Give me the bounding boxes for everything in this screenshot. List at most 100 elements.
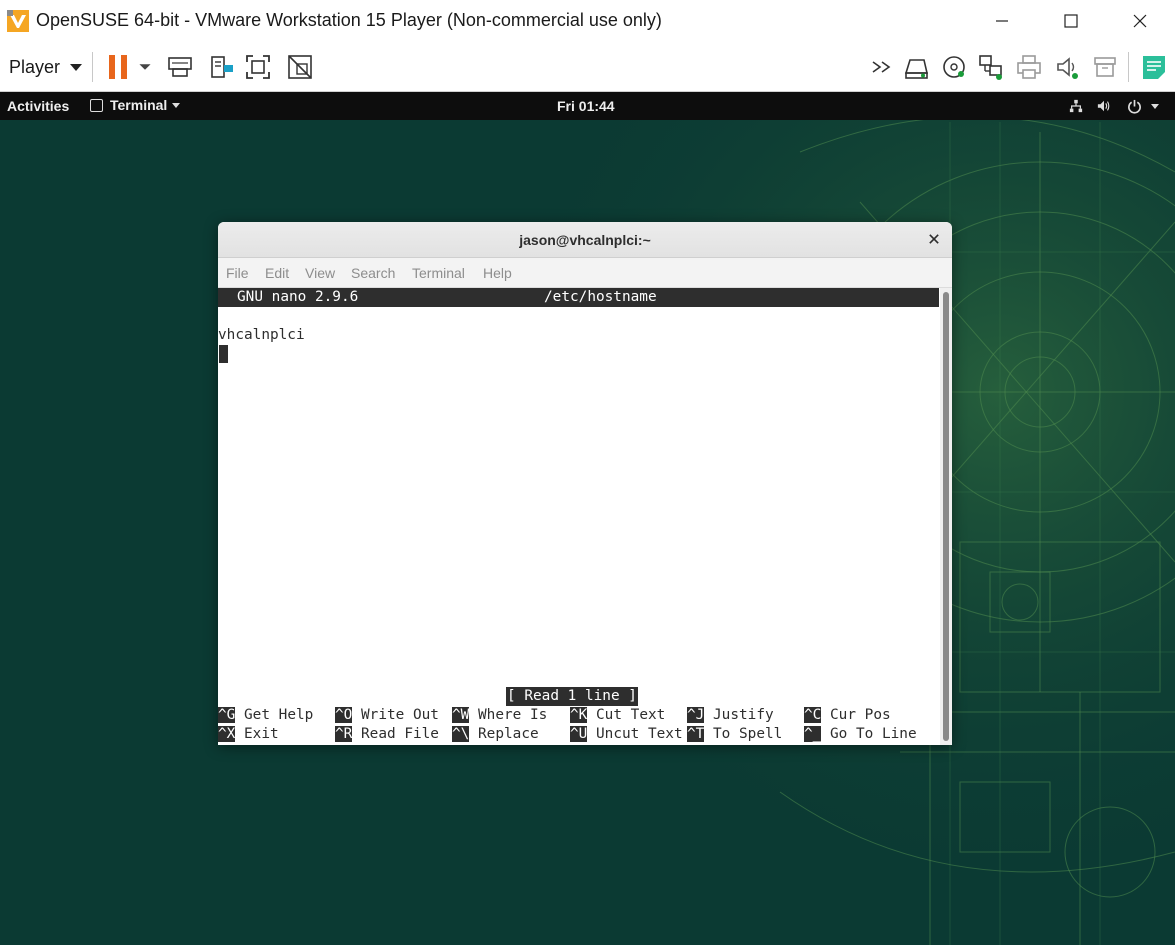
shortcut-cur-pos: ^C Cur Pos	[804, 706, 891, 725]
message-log-button[interactable]	[1139, 52, 1169, 82]
removable-devices-icon	[211, 56, 233, 78]
shortcut-key: ^G	[218, 707, 236, 723]
terminal-content[interactable]: GNU nano 2.9.6 /etc/hostname vhcalnplci …	[218, 288, 940, 745]
network-wired-icon	[1069, 99, 1083, 113]
terminal-app-icon	[90, 98, 103, 112]
unity-button[interactable]	[285, 52, 315, 82]
menu-file[interactable]: File	[226, 265, 249, 281]
hard-disk-button[interactable]	[901, 52, 931, 82]
shortcut-label: Cur Pos	[830, 707, 891, 723]
power-icon	[1128, 99, 1141, 114]
toolbar-divider	[92, 52, 93, 82]
more-devices-icon	[872, 61, 891, 73]
shortcut-replace: ^\ Replace	[452, 725, 539, 744]
player-toolbar: Player	[0, 42, 1175, 92]
player-menu-label: Player	[9, 56, 61, 77]
shortcut-label: Justify	[713, 707, 774, 723]
unity-icon	[288, 55, 312, 79]
shortcut-go-to-line: ^_ Go To Line	[804, 725, 917, 744]
terminal-title: jason@vhcalnplci:~	[519, 232, 651, 248]
shortcut-label: Where Is	[478, 707, 548, 723]
terminal-scrollbar[interactable]	[940, 288, 952, 745]
shortcut-cut-text: ^K Cut Text	[570, 706, 665, 725]
shortcut-label: Go To Line	[830, 726, 917, 742]
power-options-dropdown[interactable]	[132, 52, 158, 82]
shortcut-uncut-text: ^U Uncut Text	[570, 725, 683, 744]
usb-controller-button[interactable]	[1090, 52, 1120, 82]
menu-edit[interactable]: Edit	[265, 265, 289, 281]
full-screen-button[interactable]	[243, 52, 273, 82]
player-menu[interactable]: Player	[0, 50, 83, 84]
nano-version: GNU nano 2.9.6	[237, 289, 359, 305]
shortcut-key: ^C	[804, 707, 822, 723]
send-ctrl-alt-del-button[interactable]	[165, 52, 195, 82]
more-devices-button[interactable]	[867, 52, 897, 82]
shortcut-key: ^K	[570, 707, 588, 723]
app-menu-terminal[interactable]: Terminal	[90, 97, 181, 113]
shortcut-to-spell: ^T To Spell	[687, 725, 782, 744]
nano-header: GNU nano 2.9.6 /etc/hostname	[218, 288, 939, 307]
shortcut-key: ^U	[570, 726, 588, 742]
host-titlebar: OpenSUSE 64-bit - VMware Workstation 15 …	[0, 0, 1175, 42]
shortcut-key: ^J	[687, 707, 705, 723]
menu-view[interactable]: View	[305, 265, 335, 281]
hard-disk-icon	[904, 59, 929, 79]
sound-card-icon	[1057, 57, 1078, 79]
close-icon	[1133, 14, 1147, 28]
close-button[interactable]	[1105, 0, 1175, 42]
terminal-headerbar[interactable]: jason@vhcalnplci:~	[218, 222, 952, 258]
terminal-close-button[interactable]	[926, 231, 942, 247]
shortcut-label: Exit	[244, 726, 279, 742]
clock[interactable]: Fri 01:44	[557, 98, 615, 114]
nano-filename: /etc/hostname	[544, 289, 657, 305]
pause-button[interactable]	[103, 52, 133, 82]
sound-card-button[interactable]	[1052, 52, 1082, 82]
printer-icon	[1017, 55, 1041, 79]
network-adapter-icon	[979, 55, 1002, 80]
system-menu[interactable]	[1123, 97, 1163, 115]
shortcut-justify: ^J Justify	[687, 706, 774, 725]
gnome-top-bar: Activities Terminal Fri 01:44	[0, 92, 1175, 120]
menu-help[interactable]: Help	[483, 265, 512, 281]
menu-terminal[interactable]: Terminal	[412, 265, 465, 281]
dropdown-caret-icon	[139, 64, 151, 70]
menu-search[interactable]: Search	[351, 265, 395, 281]
full-screen-icon	[246, 55, 270, 79]
shortcut-where-is: ^W Where Is	[452, 706, 547, 725]
shortcut-label: Replace	[478, 726, 539, 742]
removable-devices-button[interactable]	[207, 52, 237, 82]
message-log-icon	[1143, 56, 1165, 79]
shortcut-label: Read File	[361, 726, 439, 742]
pause-icon	[109, 55, 127, 79]
maximize-button[interactable]	[1036, 0, 1106, 42]
network-adapter-button[interactable]	[976, 52, 1006, 82]
terminal-window[interactable]: jason@vhcalnplci:~ File Edit View Search…	[218, 222, 952, 745]
scrollbar-thumb[interactable]	[943, 292, 949, 741]
system-menu-caret-icon	[1151, 103, 1159, 109]
shortcut-write-out: ^O Write Out	[335, 706, 439, 725]
terminal-menubar: File Edit View Search Terminal Help	[218, 258, 952, 288]
player-menu-caret-icon	[70, 63, 83, 71]
cd-dvd-button[interactable]	[939, 52, 969, 82]
activities-button[interactable]: Activities	[7, 98, 69, 114]
shortcut-key: ^O	[335, 707, 353, 723]
printer-button[interactable]	[1014, 52, 1044, 82]
toolbar-divider	[1128, 52, 1129, 82]
shortcut-key: ^_	[804, 726, 822, 742]
shortcut-key: ^T	[687, 726, 705, 742]
shortcut-exit: ^X Exit	[218, 725, 279, 744]
shortcut-label: Cut Text	[596, 707, 666, 723]
network-status[interactable]	[1067, 97, 1085, 115]
maximize-icon	[1064, 14, 1078, 28]
vm-screen[interactable]: Activities Terminal Fri 01:44 jason@vhca…	[0, 92, 1175, 945]
app-menu-caret-icon	[172, 102, 181, 108]
vmware-player-logo-icon	[6, 9, 30, 33]
minimize-button[interactable]	[967, 0, 1037, 42]
shortcut-label: Write Out	[361, 707, 439, 723]
usb-controller-icon	[1094, 57, 1116, 77]
send-ctrl-alt-del-icon	[168, 57, 192, 77]
shortcut-key: ^W	[452, 707, 470, 723]
volume-status[interactable]	[1095, 97, 1113, 115]
shortcut-label: To Spell	[713, 726, 783, 742]
file-content-line: vhcalnplci	[218, 327, 305, 343]
